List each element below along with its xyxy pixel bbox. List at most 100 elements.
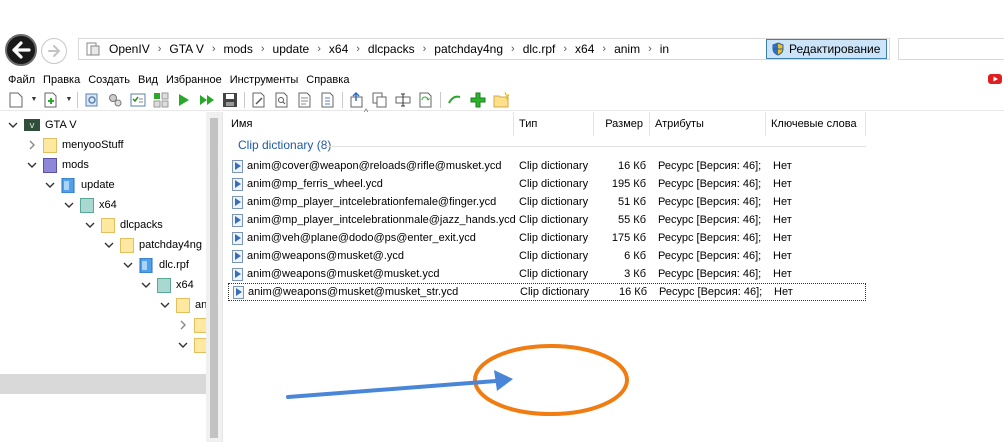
menu-edit[interactable]: Правка [39, 74, 84, 86]
table-row[interactable]: anim@weapons@musket@musket_str.ycd Clip d… [228, 283, 866, 301]
breadcrumb-item[interactable]: dlcpacks [364, 39, 419, 59]
tree-node-child-1[interactable] [178, 315, 206, 335]
chevron-down-icon[interactable] [104, 240, 114, 250]
replace-button[interactable] [417, 91, 435, 109]
breadcrumb-separator[interactable]: › [154, 43, 166, 55]
tree-node-dlc-rpf[interactable]: dlc.rpf [123, 255, 189, 275]
play-button[interactable] [175, 91, 193, 109]
breadcrumb-item[interactable]: update [269, 39, 314, 59]
tree-scrollbar[interactable] [206, 112, 222, 442]
chevron-down-icon[interactable] [45, 180, 55, 190]
table-row[interactable]: anim@veh@plane@dodo@ps@enter_exit.ycd Cli… [228, 229, 866, 247]
table-row[interactable]: anim@weapons@musket@musket.ycd Clip dicti… [228, 265, 866, 283]
table-row[interactable]: anim@cover@weapon@reloads@rifle@musket.y… [228, 157, 866, 175]
tree-selected-row[interactable] [0, 374, 206, 394]
chevron-right-icon[interactable] [178, 320, 188, 330]
file-list[interactable]: ^ Имя Тип Размер Атрибуты Ключевые слова… [226, 107, 1004, 442]
breadcrumb-separator[interactable]: › [208, 43, 220, 55]
breadcrumb-item[interactable]: x64 [571, 39, 598, 59]
hash-button[interactable] [446, 91, 464, 109]
breadcrumb-separator[interactable]: › [313, 43, 325, 55]
table-row[interactable]: anim@mp_player_intcelebrationmale@jazz_h… [228, 211, 866, 229]
breadcrumb-separator[interactable]: › [598, 43, 610, 55]
import-dropdown[interactable]: ▼ [65, 91, 73, 109]
breadcrumb-item[interactable]: GTA V [165, 39, 207, 59]
forward-play-button[interactable] [198, 91, 216, 109]
chevron-down-icon[interactable] [64, 200, 74, 210]
table-row[interactable]: anim@mp_ferris_wheel.ycd Clip dictionary 1… [228, 175, 866, 193]
chevron-down-icon[interactable] [178, 340, 188, 350]
tree-node-patchday4ng[interactable]: patchday4ng [104, 235, 202, 255]
checklist-button[interactable] [129, 91, 147, 109]
tree-node-x64[interactable]: x64 [64, 195, 117, 215]
breadcrumb-separator[interactable]: › [257, 43, 269, 55]
chevron-right-icon[interactable] [27, 140, 37, 150]
tree-node-x64-inner[interactable]: x64 [141, 275, 194, 295]
copy-button[interactable] [371, 91, 389, 109]
add-button[interactable] [469, 91, 487, 109]
column-header-attributes[interactable]: Атрибуты [650, 112, 766, 136]
properties-button[interactable] [83, 91, 101, 109]
breadcrumb-item[interactable]: mods [220, 39, 257, 59]
info-doc-button[interactable] [319, 91, 337, 109]
forward-button[interactable] [41, 38, 67, 64]
tree-node-mods[interactable]: mods [27, 155, 89, 175]
breadcrumb-separator[interactable]: › [644, 43, 656, 55]
search-input[interactable] [898, 38, 1004, 60]
breadcrumb-item[interactable]: OpenIV [105, 39, 154, 59]
tree-node-gta-v[interactable]: V GTA V [8, 115, 77, 135]
edit-mode-button[interactable]: Редактирование [766, 39, 887, 59]
folder-tree[interactable]: V GTA V menyooStuff mods update x64 dlcp… [0, 112, 206, 442]
new-folder-button[interactable] [492, 91, 510, 109]
table-row[interactable]: anim@weapons@musket@.ycd Clip dictionary 6… [228, 247, 866, 265]
menu-bar: Файл Правка Создать Вид Избранное Инстру… [0, 72, 1004, 88]
tree-node-menyoostuff[interactable]: menyooStuff [27, 135, 124, 155]
tree-node-anim[interactable]: an [160, 295, 206, 315]
column-header-type[interactable]: Тип [514, 112, 594, 136]
select-all-button[interactable] [152, 91, 170, 109]
breadcrumb-item[interactable]: x64 [325, 39, 352, 59]
find-button[interactable] [273, 91, 291, 109]
menu-view[interactable]: Вид [134, 74, 162, 86]
pencil-doc-icon [252, 92, 265, 107]
settings-button[interactable] [106, 91, 124, 109]
save-button[interactable] [221, 91, 239, 109]
menu-create[interactable]: Создать [84, 74, 134, 86]
rename-button[interactable] [394, 91, 412, 109]
table-row[interactable]: anim@mp_player_intcelebrationfemale@fing… [228, 193, 866, 211]
export-button[interactable] [348, 91, 366, 109]
chevron-down-icon[interactable] [141, 280, 151, 290]
chevron-down-icon[interactable] [27, 160, 37, 170]
tree-node-update[interactable]: update [45, 175, 115, 195]
menu-file[interactable]: Файл [4, 74, 39, 86]
chevron-down-icon[interactable] [8, 120, 18, 130]
breadcrumb-separator[interactable]: › [352, 43, 364, 55]
chevron-down-icon[interactable] [123, 260, 133, 270]
youtube-icon[interactable] [988, 73, 1002, 85]
column-header-keywords[interactable]: Ключевые слова [766, 112, 866, 136]
import-button[interactable] [42, 91, 60, 109]
breadcrumb-item[interactable]: in [656, 39, 673, 59]
tree-node-dlcpacks[interactable]: dlcpacks [85, 215, 163, 235]
breadcrumb-item[interactable]: anim [610, 39, 644, 59]
menu-tools[interactable]: Инструменты [226, 74, 303, 86]
breadcrumb-item[interactable]: dlc.rpf [519, 39, 560, 59]
new-file-button[interactable] [7, 91, 25, 109]
breadcrumb-separator[interactable]: › [507, 43, 519, 55]
column-header-size[interactable]: Размер [594, 112, 650, 136]
chevron-down-icon[interactable] [160, 300, 170, 310]
new-file-dropdown[interactable]: ▼ [30, 91, 38, 109]
tree-node-child-2[interactable] [178, 335, 206, 355]
breadcrumb-separator[interactable]: › [559, 43, 571, 55]
column-header-name[interactable]: ^ Имя [226, 107, 514, 136]
breadcrumb-item[interactable]: patchday4ng [430, 39, 507, 59]
menu-favorites[interactable]: Избранное [162, 74, 226, 86]
breadcrumb-separator[interactable]: › [419, 43, 431, 55]
chevron-down-icon[interactable] [85, 220, 95, 230]
tree-scrollbar-thumb[interactable] [210, 118, 218, 438]
edit-doc-button[interactable] [250, 91, 268, 109]
text-doc-button[interactable] [296, 91, 314, 109]
menu-help[interactable]: Справка [302, 74, 353, 86]
back-button[interactable] [5, 34, 37, 66]
group-header-label[interactable]: Clip dictionary (8) [238, 138, 331, 152]
